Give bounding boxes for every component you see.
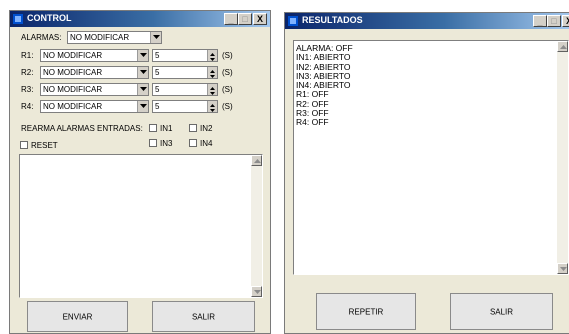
r4-seconds-value: 5 [155,102,160,111]
spin-down-icon[interactable] [208,106,217,112]
app-icon [288,16,298,26]
r2-mode-value: NO MODIFICAR [43,68,103,77]
results-textarea[interactable]: ALARMA: OFF IN1: ABIERTO IN2: ABIERTO IN… [293,40,569,275]
r1-unit: (S) [222,51,233,60]
in2-label: IN2 [200,124,213,133]
scroll-up-icon[interactable] [251,155,262,166]
control-title-bar[interactable]: CONTROL _ □ X [10,11,270,27]
rearma-label: REARMA ALARMAS ENTRADAS: [21,124,143,133]
results-window: RESULTADOS _ □ X ALARMA: OFF IN1: ABIERT… [284,12,569,334]
r1-label: R1: [21,51,34,60]
control-exit-button[interactable]: SALIR [152,301,255,332]
r1-mode-value: NO MODIFICAR [43,51,103,60]
results-title-bar[interactable]: RESULTADOS _ □ X [285,13,569,29]
vertical-scrollbar[interactable] [251,155,262,297]
chevron-down-icon[interactable] [137,67,148,78]
r4-mode-select[interactable]: NO MODIFICAR [40,100,149,113]
vertical-scrollbar[interactable] [557,41,568,274]
maximize-button[interactable]: □ [238,13,252,25]
in4-checkbox[interactable] [189,139,197,147]
maximize-button[interactable]: □ [547,15,561,27]
result-line: R4: OFF [296,117,329,128]
r3-seconds-value: 5 [155,85,160,94]
alarmas-label: ALARMAS: [21,33,62,42]
close-button[interactable]: X [562,15,569,27]
spin-down-icon[interactable] [208,55,217,61]
r3-mode-value: NO MODIFICAR [43,85,103,94]
close-button[interactable]: X [253,13,267,25]
r4-label: R4: [21,102,34,111]
send-button[interactable]: ENVIAR [27,301,128,332]
results-title: RESULTADOS [302,15,363,25]
r4-unit: (S) [222,102,233,111]
scroll-down-icon[interactable] [557,263,568,274]
r2-unit: (S) [222,68,233,77]
r2-mode-select[interactable]: NO MODIFICAR [40,66,149,79]
r3-unit: (S) [222,85,233,94]
chevron-down-icon[interactable] [150,32,161,43]
reset-checkbox[interactable] [20,141,28,149]
scroll-up-icon[interactable] [557,41,568,52]
send-button-label: ENVIAR [62,312,93,321]
app-icon [13,14,23,24]
r2-label: R2: [21,68,34,77]
control-title: CONTROL [27,13,72,23]
spin-down-icon[interactable] [208,89,217,95]
in3-label: IN3 [160,139,173,148]
r4-mode-value: NO MODIFICAR [43,102,103,111]
in1-label: IN1 [160,124,173,133]
alarmas-select[interactable]: NO MODIFICAR [67,31,162,44]
alarmas-select-value: NO MODIFICAR [70,33,130,42]
in1-checkbox[interactable] [149,124,157,132]
chevron-down-icon[interactable] [137,101,148,112]
spin-down-icon[interactable] [208,72,217,78]
r2-seconds-value: 5 [155,68,160,77]
r3-seconds-stepper[interactable]: 5 [152,83,218,96]
r2-seconds-stepper[interactable]: 5 [152,66,218,79]
chevron-down-icon[interactable] [137,50,148,61]
scroll-down-icon[interactable] [251,286,262,297]
r1-seconds-value: 5 [155,51,160,60]
repeat-button[interactable]: REPETIR [316,293,416,330]
r1-mode-select[interactable]: NO MODIFICAR [40,49,149,62]
results-exit-button[interactable]: SALIR [450,293,553,330]
in4-label: IN4 [200,139,213,148]
repeat-button-label: REPETIR [348,307,384,316]
in2-checkbox[interactable] [189,124,197,132]
control-window: CONTROL _ □ X ALARMAS: NO MODIFICAR R1: … [9,10,271,334]
reset-label: RESET [31,141,58,150]
minimize-button[interactable]: _ [224,13,238,25]
control-exit-button-label: SALIR [191,312,216,321]
results-exit-button-label: SALIR [489,307,514,316]
control-log-textarea[interactable] [19,154,263,298]
chevron-down-icon[interactable] [137,84,148,95]
r1-seconds-stepper[interactable]: 5 [152,49,218,62]
in3-checkbox[interactable] [149,139,157,147]
results-text: ALARMA: OFF IN1: ABIERTO IN2: ABIERTO IN… [296,43,353,128]
minimize-button[interactable]: _ [533,15,547,27]
r4-seconds-stepper[interactable]: 5 [152,100,218,113]
r3-label: R3: [21,85,34,94]
r3-mode-select[interactable]: NO MODIFICAR [40,83,149,96]
